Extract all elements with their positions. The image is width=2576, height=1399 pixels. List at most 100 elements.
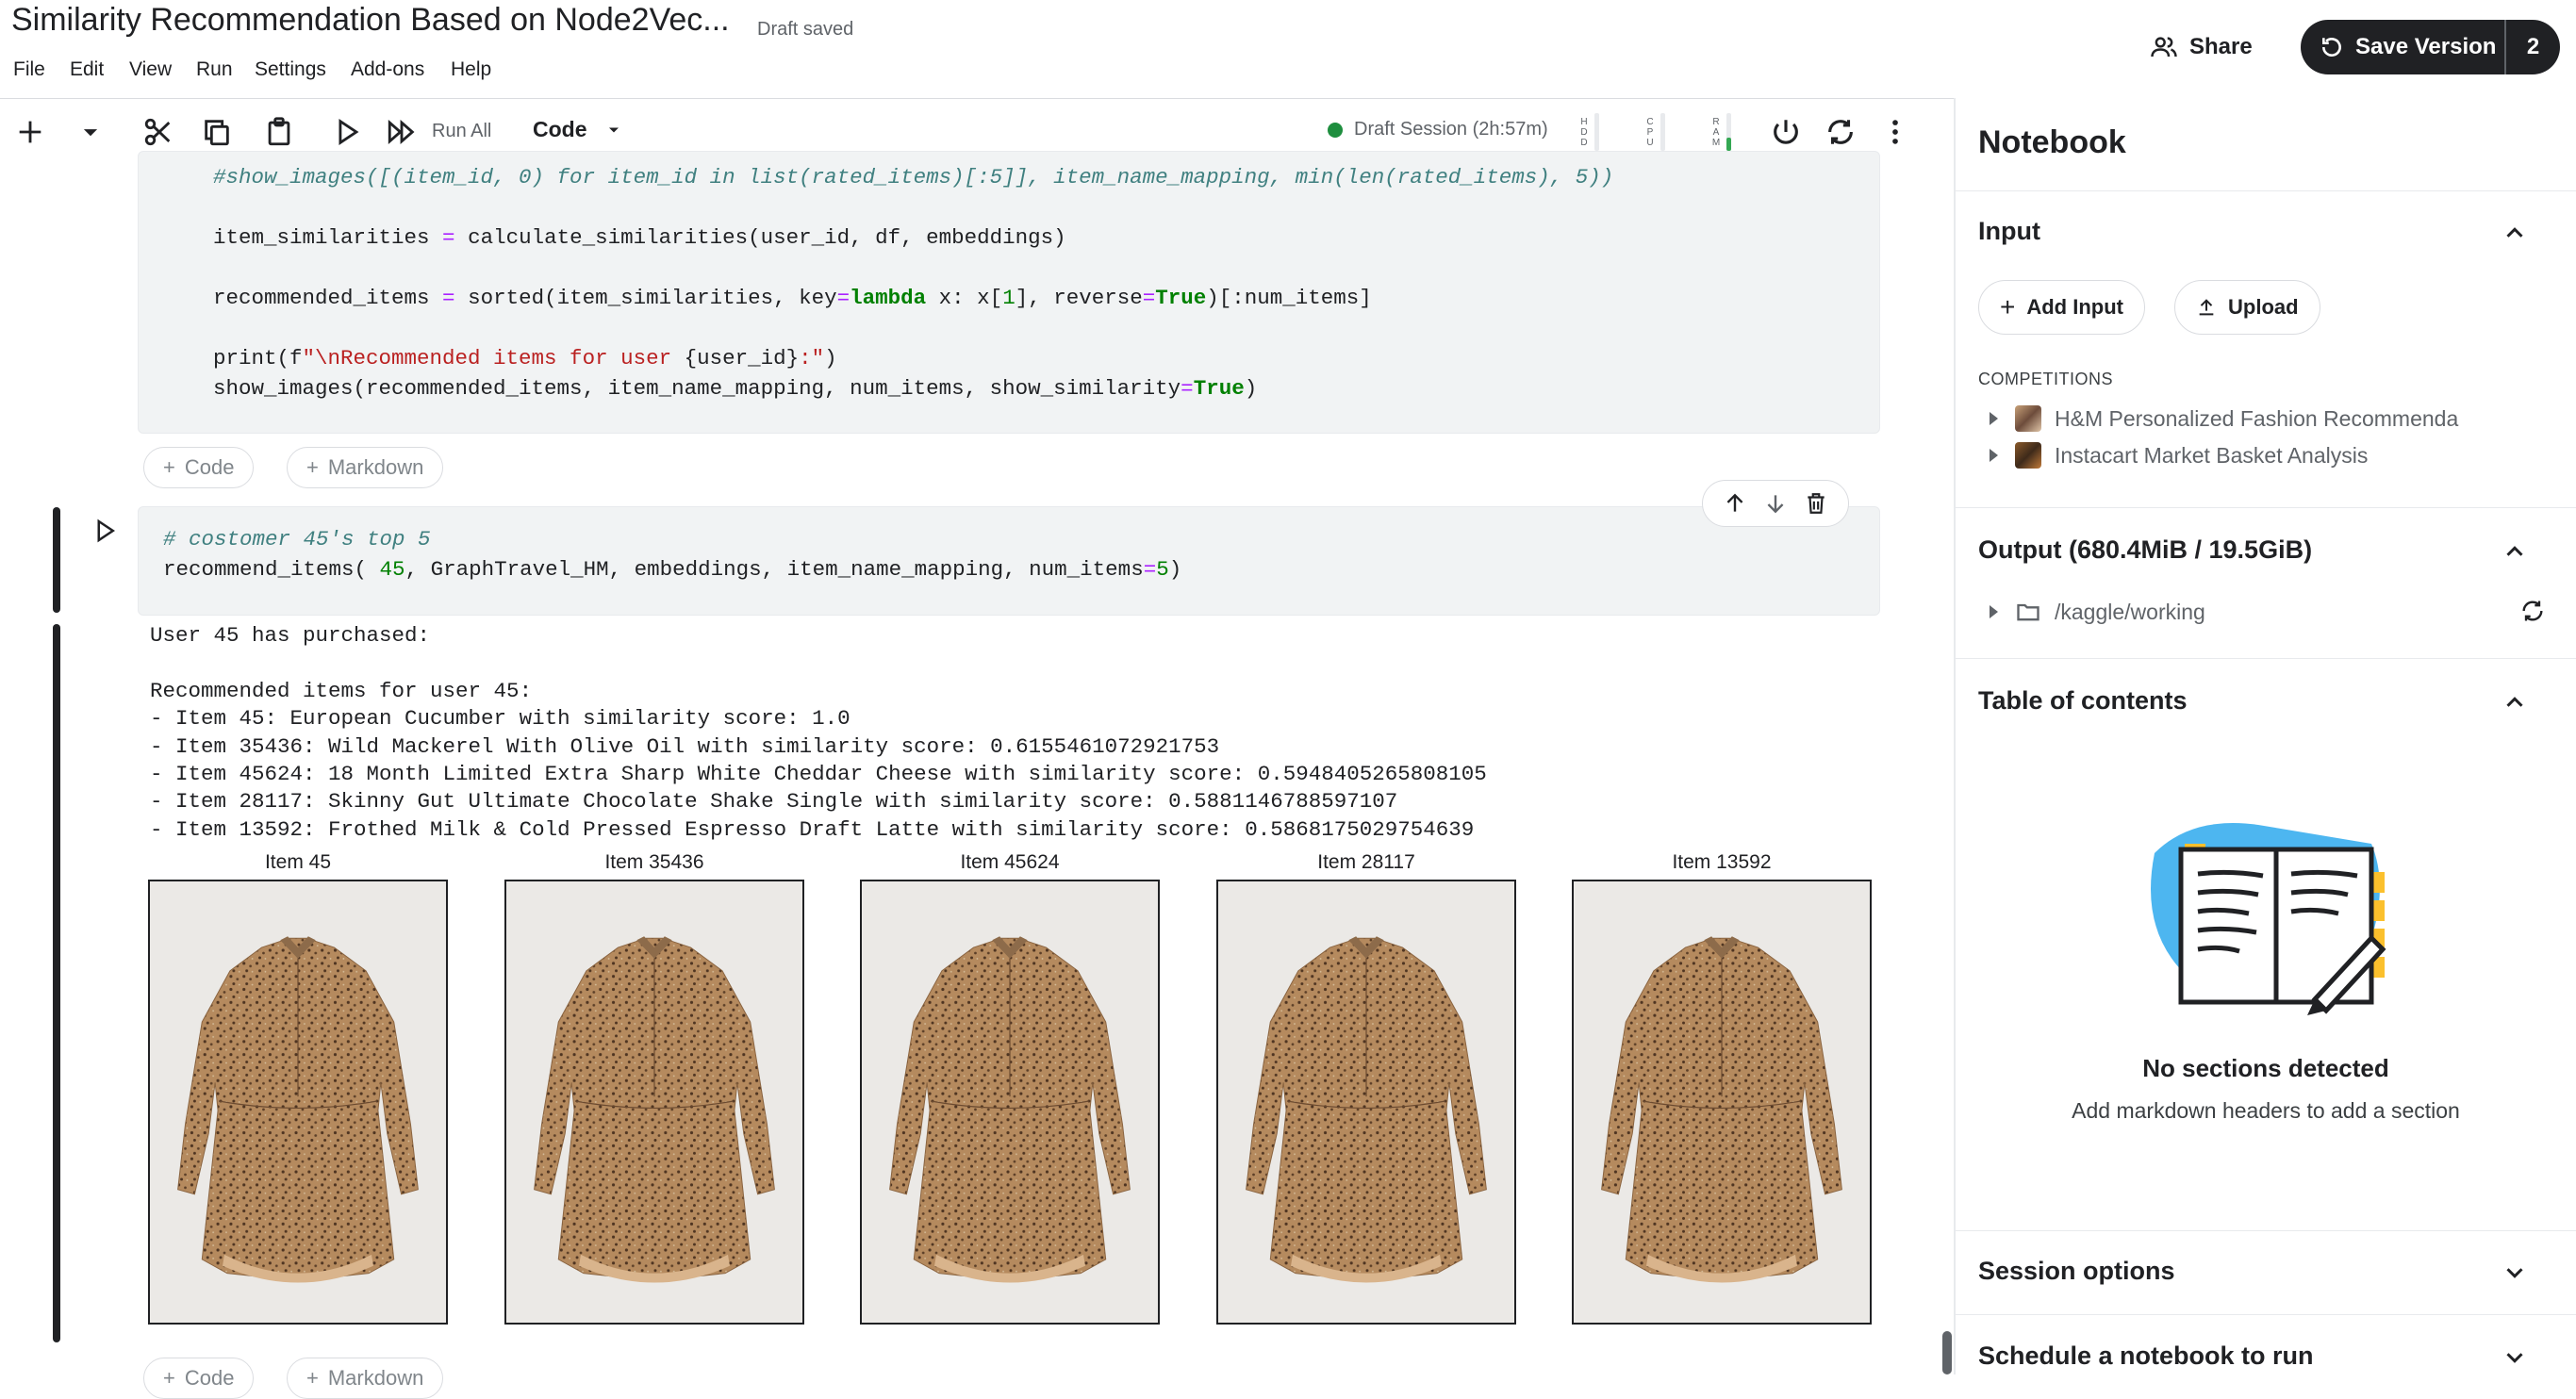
output-path: /kaggle/working: [2055, 599, 2205, 624]
panel-title: Notebook: [1978, 124, 2126, 160]
active-cell-rail: [53, 507, 60, 613]
output-section-header[interactable]: Output (680.4MiB / 19.5GiB): [1978, 535, 2312, 565]
add-markdown-button[interactable]: + Markdown: [287, 447, 444, 488]
notebook-title[interactable]: Similarity Recommendation Based on Node2…: [11, 2, 730, 39]
paste-icon[interactable]: [260, 113, 298, 151]
draft-status: Draft saved: [757, 19, 854, 40]
cpu-meter: CPU: [1645, 111, 1674, 153]
panel-divider-line: [1956, 1314, 2576, 1315]
menu-run[interactable]: Run: [196, 58, 233, 81]
more-options-icon[interactable]: [1876, 113, 1914, 151]
panel-divider-line: [1956, 190, 2576, 191]
run-all-label[interactable]: Run All: [432, 121, 491, 142]
chevron-down-icon[interactable]: [2501, 1259, 2529, 1287]
cell-output-text: User 45 has purchased: Recommended items…: [150, 622, 1487, 844]
restart-icon[interactable]: [1822, 113, 1859, 151]
header-divider: [0, 98, 1954, 99]
add-code-button-bottom[interactable]: + Code: [143, 1358, 255, 1399]
code-cell-2[interactable]: # costomer 45's top 5 recommend_items( 4…: [138, 506, 1880, 616]
plus-icon: +: [306, 1366, 319, 1390]
add-code-label: Code: [184, 1366, 235, 1390]
scrollbar-thumb[interactable]: [1942, 1331, 1952, 1374]
menu-file[interactable]: File: [13, 58, 45, 81]
expand-arrow-icon[interactable]: [1990, 605, 1998, 618]
share-button[interactable]: Share: [2150, 23, 2253, 72]
upload-label: Upload: [2228, 295, 2299, 319]
chevron-up-icon[interactable]: [2501, 688, 2529, 716]
product-image: [148, 880, 448, 1325]
cut-icon[interactable]: [140, 113, 177, 151]
expand-arrow-icon[interactable]: [1990, 449, 1998, 462]
product-image: [1216, 880, 1516, 1325]
menu-help[interactable]: Help: [451, 58, 491, 81]
output-line: Recommended items for user 45:: [150, 678, 533, 703]
menu-settings[interactable]: Settings: [255, 58, 326, 81]
menu-add-ons[interactable]: Add-ons: [351, 58, 424, 81]
output-rail: [53, 624, 60, 1342]
chevron-down-icon[interactable]: [2501, 1343, 2529, 1372]
output-line: - Item 13592: Frothed Milk & Cold Presse…: [150, 816, 1475, 842]
code-cell-2-source[interactable]: # costomer 45's top 5 recommend_items( 4…: [163, 524, 1181, 584]
no-sections-title: No sections detected: [2142, 1054, 2389, 1082]
ram-meter: RAM: [1711, 111, 1740, 153]
add-markdown-button-bottom[interactable]: + Markdown: [287, 1358, 444, 1399]
output-line: - Item 45624: 18 Month Limited Extra Sha…: [150, 762, 1487, 787]
save-version-button[interactable]: Save Version 2: [2301, 20, 2560, 74]
share-label: Share: [2189, 34, 2253, 59]
menu-view[interactable]: View: [129, 58, 172, 81]
menu-edit[interactable]: Edit: [70, 58, 104, 81]
competition-thumbnail: [2015, 442, 2041, 469]
cell-type-value: Code: [533, 117, 587, 141]
toc-section-header[interactable]: Table of contents: [1978, 686, 2188, 716]
expand-arrow-icon[interactable]: [1990, 412, 1998, 425]
chevron-down-icon: [608, 127, 619, 132]
session-status[interactable]: Draft Session (2h:57m): [1328, 119, 1548, 140]
competition-name: H&M Personalized Fashion Recommenda: [2055, 405, 2459, 431]
run-cell-play-icon[interactable]: [91, 517, 119, 545]
competition-item[interactable]: Instacart Market Basket Analysis: [1978, 438, 2368, 472]
move-up-icon[interactable]: [1723, 491, 1747, 516]
plus-icon: +: [163, 455, 175, 479]
panel-divider[interactable]: [1954, 98, 1956, 1374]
output-line: - Item 28117: Skinny Gut Ultimate Chocol…: [150, 789, 1398, 815]
add-markdown-label: Markdown: [327, 1366, 424, 1390]
cell-type-select[interactable]: Code: [533, 117, 623, 142]
refresh-icon[interactable]: [2519, 598, 2546, 624]
image-title: Item 28117: [1317, 851, 1415, 873]
upload-button[interactable]: Upload: [2174, 280, 2320, 335]
code-cell-1-source[interactable]: #show_images([(item_id, 0) for item_id i…: [213, 162, 1613, 403]
chevron-up-icon[interactable]: [2501, 219, 2529, 247]
product-image: [1572, 880, 1872, 1325]
add-cell-icon[interactable]: [11, 113, 49, 151]
copy-icon[interactable]: [198, 113, 236, 151]
output-folder-item[interactable]: /kaggle/working: [1978, 595, 2205, 629]
session-options-header[interactable]: Session options: [1978, 1257, 2175, 1286]
product-image: [860, 880, 1160, 1325]
run-all-icon[interactable]: [383, 113, 421, 151]
add-input-button[interactable]: + Add Input: [1978, 280, 2145, 335]
code-cell-1[interactable]: #show_images([(item_id, 0) for item_id i…: [138, 151, 1880, 434]
output-line: User 45 has purchased:: [150, 623, 431, 648]
image-title: Item 13592: [1672, 851, 1772, 873]
panel-divider-line: [1956, 1230, 2576, 1231]
image-title: Item 45: [264, 851, 332, 873]
delete-icon[interactable]: [1804, 491, 1828, 516]
schedule-header[interactable]: Schedule a notebook to run: [1978, 1341, 2314, 1371]
add-code-button[interactable]: + Code: [143, 447, 255, 488]
add-cell-dropdown-icon[interactable]: [72, 113, 109, 151]
chevron-up-icon[interactable]: [2501, 537, 2529, 566]
notebook-illustration: [2151, 823, 2386, 1015]
folder-icon: [2017, 603, 2039, 621]
competition-item[interactable]: H&M Personalized Fashion Recommenda: [1978, 402, 2458, 436]
run-cell-icon[interactable]: [328, 113, 366, 151]
session-status-dot: [1328, 122, 1343, 138]
add-code-label: Code: [184, 455, 235, 479]
image-title: Item 35436: [604, 851, 704, 873]
competition-name: Instacart Market Basket Analysis: [2055, 442, 2369, 468]
cell-toolbar: [1702, 480, 1849, 527]
input-section-header[interactable]: Input: [1978, 217, 2040, 246]
no-sections-subtitle: Add markdown headers to add a section: [2072, 1098, 2460, 1123]
move-down-icon[interactable]: [1763, 491, 1788, 516]
power-icon[interactable]: [1767, 113, 1805, 151]
version-count[interactable]: 2: [2506, 34, 2560, 60]
